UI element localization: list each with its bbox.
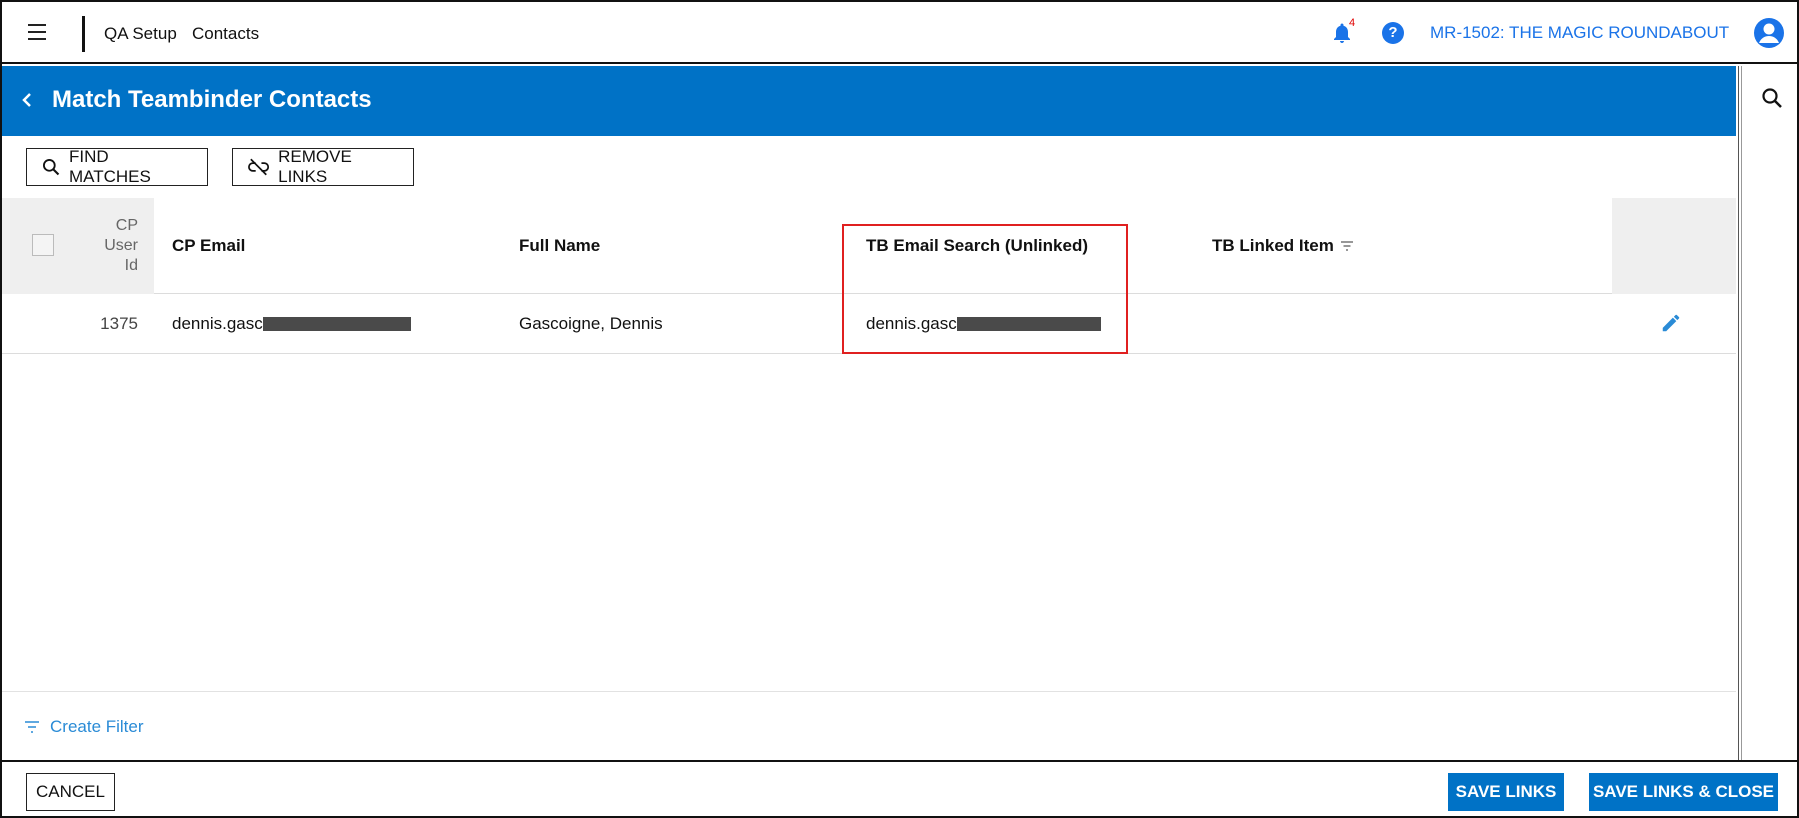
page-title: Match Teambinder Contacts	[52, 86, 372, 113]
cell-cp-email: dennis.gasc	[172, 314, 411, 334]
column-tb-linked-item-label: TB Linked Item	[1212, 236, 1334, 255]
highlight-box	[842, 224, 1128, 354]
save-links-button[interactable]: SAVE LINKS	[1448, 773, 1564, 811]
menu-icon[interactable]	[28, 24, 52, 42]
column-full-name[interactable]: Full Name	[519, 236, 600, 256]
divider	[82, 16, 85, 52]
search-icon	[42, 159, 60, 176]
help-icon[interactable]: ?	[1382, 22, 1404, 44]
redaction-bar	[262, 317, 411, 331]
remove-links-label: REMOVE LINKS	[278, 147, 352, 186]
column-tb-linked-item[interactable]: TB Linked Item	[1212, 236, 1354, 256]
cell-cp-email-text: dennis.gasc	[172, 314, 263, 333]
cell-cp-user-id: 1375	[100, 314, 138, 333]
filter-divider	[2, 691, 1736, 692]
link-off-icon	[248, 158, 270, 176]
create-filter-label: Create Filter	[50, 717, 144, 736]
top-bar: QA Setup Contacts 4 ? MR-1502: THE MAGIC…	[2, 2, 1797, 64]
cell-full-name: Gascoigne, Dennis	[519, 314, 663, 333]
chevron-left-icon[interactable]	[18, 88, 38, 112]
column-cp-user-id[interactable]: CP User Id	[94, 216, 138, 276]
column-cp-email[interactable]: CP Email	[172, 236, 245, 256]
select-all-checkbox[interactable]	[32, 234, 54, 256]
breadcrumb-qa-setup[interactable]: QA Setup	[104, 24, 177, 44]
notification-badge: 4	[1349, 17, 1356, 29]
header-actions-cell	[1612, 198, 1736, 294]
app-window: QA Setup Contacts 4 ? MR-1502: THE MAGIC…	[0, 0, 1799, 818]
find-matches-label: FIND MATCHES	[68, 147, 151, 186]
edit-icon[interactable]	[1660, 312, 1682, 334]
save-links-close-button[interactable]: SAVE LINKS & CLOSE	[1589, 773, 1778, 811]
create-filter-link[interactable]: Create Filter	[24, 717, 144, 737]
project-selector[interactable]: MR-1502: THE MAGIC ROUNDABOUT	[1430, 23, 1729, 43]
filter-icon	[25, 721, 39, 733]
account-icon[interactable]	[1754, 18, 1784, 48]
rail-divider	[1738, 66, 1739, 760]
rail-divider-inner	[1741, 66, 1742, 760]
page-header: Match Teambinder Contacts	[2, 66, 1736, 136]
sort-icon[interactable]	[1340, 240, 1354, 252]
breadcrumb-contacts[interactable]: Contacts	[192, 24, 259, 44]
find-matches-button[interactable]: FIND MATCHES	[26, 147, 208, 186]
search-icon[interactable]	[1760, 86, 1784, 110]
remove-links-button[interactable]: REMOVE LINKS	[232, 147, 414, 186]
footer-divider	[2, 760, 1797, 762]
cancel-button[interactable]: CANCEL	[26, 773, 115, 811]
